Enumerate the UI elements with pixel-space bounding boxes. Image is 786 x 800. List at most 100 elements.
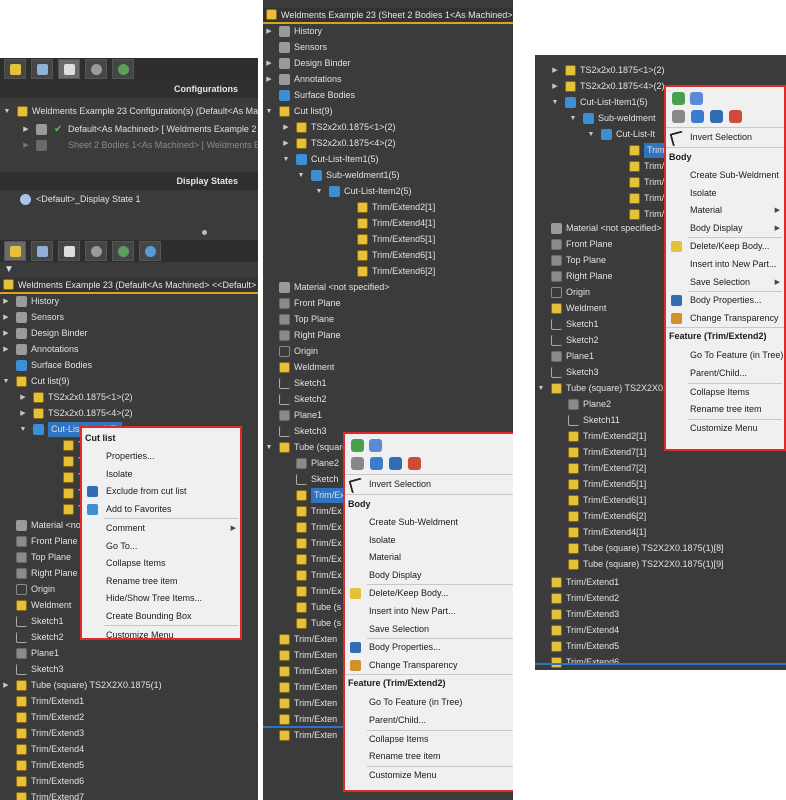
color-icon[interactable]: [408, 457, 421, 470]
expand-arrow-icon[interactable]: ▶: [282, 120, 290, 135]
tree-item-trim-extend4-1[interactable]: Trim/Extend4[1]: [535, 525, 786, 540]
tree-item-right-plane[interactable]: Right Plane: [263, 328, 513, 343]
menu-item-isolate[interactable]: Isolate: [82, 466, 240, 483]
menu-item-collapse-items[interactable]: Collapse Items: [82, 555, 240, 572]
splitter-handle[interactable]: [202, 230, 207, 235]
tree-item-front-plane[interactable]: Front Plane: [263, 296, 513, 311]
expand-arrow-icon[interactable]: ▶: [22, 138, 30, 153]
collapse-arrow-icon[interactable]: ▼: [265, 440, 273, 455]
menu-item-go-to-feature-in-tree[interactable]: Go To Feature (in Tree): [666, 347, 784, 364]
tree-item-trim-extend4[interactable]: Trim/Extend4: [535, 623, 786, 638]
expand-arrow-icon[interactable]: ▶: [282, 136, 290, 151]
tree-item-sketch3[interactable]: Sketch3: [0, 662, 258, 677]
collapse-arrow-icon[interactable]: ▼: [3, 104, 11, 119]
menu-item-body-properties[interactable]: Body Properties...: [666, 292, 784, 309]
display-manager-tab[interactable]: [112, 241, 134, 261]
menu-item-invert-selection[interactable]: Invert Selection: [345, 476, 513, 494]
tree-item-annotations[interactable]: ▶ Annotations: [0, 342, 258, 357]
tree-item-annotations[interactable]: ▶ Annotations: [263, 72, 513, 87]
tree-item-trim-extend6-1[interactable]: Trim/Extend6[1]: [535, 493, 786, 508]
menu-item-collapse-items[interactable]: Collapse Items: [666, 384, 784, 401]
hide-icon[interactable]: [351, 457, 364, 470]
menu-item-create-sub-weldment[interactable]: Create Sub-Weldment: [345, 514, 513, 531]
tree-item-surface-bodies[interactable]: Surface Bodies: [0, 358, 258, 373]
tree-item-weldment[interactable]: Weldment: [263, 360, 513, 375]
tree-item-trim-extend2-1[interactable]: Trim/Extend2[1]: [263, 200, 513, 215]
zoom-icon[interactable]: [691, 110, 704, 123]
feature-manager-tab[interactable]: [4, 241, 26, 261]
filter-icon[interactable]: ▼: [4, 264, 14, 275]
tree-item-trim-extend4[interactable]: Trim/Extend4: [0, 742, 258, 757]
tree-item-ts2x2x0-1875-4-2[interactable]: ▶ TS2x2x0.1875<4>(2): [263, 136, 513, 151]
menu-item-material[interactable]: Material▶: [666, 202, 784, 219]
tree-item-origin[interactable]: Origin: [263, 344, 513, 359]
collapse-arrow-icon[interactable]: ▼: [297, 168, 305, 183]
menu-item-rename-tree-item[interactable]: Rename tree item: [666, 401, 784, 418]
menu-item-exclude-from-cut-list[interactable]: Exclude from cut list: [82, 483, 240, 500]
tree-item-trim-extend1[interactable]: Trim/Extend1: [0, 694, 258, 709]
menu-item-insert-into-new-part[interactable]: Insert into New Part...: [345, 603, 513, 620]
menu-item-rename-tree-item[interactable]: Rename tree item: [345, 748, 513, 765]
menu-item-properties[interactable]: Properties...: [82, 448, 240, 465]
config-root[interactable]: ▼ Weldments Example 23 Configuration(s) …: [0, 104, 258, 119]
menu-item-body-display[interactable]: Body Display▶: [345, 567, 513, 584]
menu-item-parent-child[interactable]: Parent/Child...: [666, 365, 784, 382]
tree-item-history[interactable]: ▶ History: [0, 294, 258, 309]
tree-item-tube-square-ts2x2x0-1875-1-8[interactable]: Tube (square) TS2X2X0.1875(1)[8]: [535, 541, 786, 556]
expand-arrow-icon[interactable]: ▶: [22, 122, 30, 137]
select-body-icon[interactable]: [351, 439, 364, 452]
menu-item-parent-child[interactable]: Parent/Child...: [345, 712, 513, 729]
display-state-item[interactable]: <Default>_Display State 1: [0, 192, 258, 207]
tree-item-history[interactable]: ▶ History: [263, 24, 513, 39]
tree-item-cut-list-item2-5[interactable]: ▼ Cut-List-Item2(5): [263, 184, 513, 199]
collapse-arrow-icon[interactable]: ▼: [315, 184, 323, 199]
menu-item-hide-show-tree-items[interactable]: Hide/Show Tree Items...: [82, 590, 240, 607]
menu-item-material[interactable]: Material▶: [345, 549, 513, 566]
color-icon[interactable]: [729, 110, 742, 123]
tree-item-ts2x2x0-1875-1-2[interactable]: ▶ TS2x2x0.1875<1>(2): [535, 63, 786, 78]
expand-arrow-icon[interactable]: ▶: [2, 294, 10, 309]
tree-item-material-not-specified[interactable]: Material <not specified>: [263, 280, 513, 295]
configuration-manager-tab[interactable]: [58, 59, 80, 79]
tree-item-trim-extend2[interactable]: Trim/Extend2: [0, 710, 258, 725]
collapse-arrow-icon[interactable]: ▼: [19, 422, 27, 437]
menu-item-isolate[interactable]: Isolate: [666, 185, 784, 202]
expand-arrow-icon[interactable]: ▶: [2, 310, 10, 325]
menu-item-comment[interactable]: Comment ▶: [82, 520, 240, 537]
feature-manager-tab[interactable]: [4, 59, 26, 79]
expand-arrow-icon[interactable]: ▶: [265, 24, 273, 39]
collapse-arrow-icon[interactable]: ▼: [537, 381, 545, 396]
property-manager-tab[interactable]: [31, 241, 53, 261]
tree-item-trim-extend2[interactable]: Trim/Extend2: [535, 591, 786, 606]
menu-item-go-to-feature-in-tree[interactable]: Go To Feature (in Tree): [345, 694, 513, 711]
collapse-arrow-icon[interactable]: ▼: [569, 111, 577, 126]
menu-item-create-bounding-box[interactable]: Create Bounding Box: [82, 608, 240, 625]
collapse-arrow-icon[interactable]: ▼: [265, 104, 273, 119]
tree-item-sub-weldment1-5[interactable]: ▼ Sub-weldment1(5): [263, 168, 513, 183]
zoom-icon[interactable]: [370, 457, 383, 470]
tree-item-plane1[interactable]: Plane1: [0, 646, 258, 661]
menu-item-customize-menu[interactable]: Customize Menu: [666, 420, 784, 437]
expand-arrow-icon[interactable]: ▶: [265, 72, 273, 87]
tree-item-sketch1[interactable]: Sketch1: [263, 376, 513, 391]
config-sheet[interactable]: ▶ Sheet 2 Bodies 1<As Machined> [ Weldme…: [0, 138, 258, 153]
property-manager-tab[interactable]: [31, 59, 53, 79]
tree-title[interactable]: Weldments Example 23 (Sheet 2 Bodies 1<A…: [263, 8, 513, 24]
tree-item-sensors[interactable]: ▶ Sensors: [0, 310, 258, 325]
menu-item-customize-menu[interactable]: Customize Menu: [82, 627, 240, 644]
tree-item-trim-extend1[interactable]: Trim/Extend1: [535, 575, 786, 590]
tree-item-cut-list-item1-5[interactable]: ▼ Cut-List-Item1(5): [263, 152, 513, 167]
tree-item-trim-extend5[interactable]: Trim/Extend5: [535, 639, 786, 654]
collapse-arrow-icon[interactable]: ▼: [2, 374, 10, 389]
tree-item-cut-list-9[interactable]: ▼ Cut list(9): [0, 374, 258, 389]
expand-arrow-icon[interactable]: ▶: [19, 406, 27, 421]
menu-item-isolate[interactable]: Isolate: [345, 532, 513, 549]
menu-item-rename-tree-item[interactable]: Rename tree item: [82, 573, 240, 590]
menu-item-create-sub-weldment[interactable]: Create Sub-Weldment: [666, 167, 784, 184]
tree-title[interactable]: Weldments Example 23 (Default<As Machine…: [0, 278, 258, 294]
collapse-arrow-icon[interactable]: ▼: [587, 127, 595, 142]
tree-item-design-binder[interactable]: ▶ Design Binder: [263, 56, 513, 71]
menu-item-change-transparency[interactable]: Change Transparency: [345, 657, 513, 674]
config-default[interactable]: ▶ ✔ Default<As Machined> [ Weldments Exa…: [0, 122, 258, 137]
menu-item-body-display[interactable]: Body Display▶: [666, 220, 784, 237]
